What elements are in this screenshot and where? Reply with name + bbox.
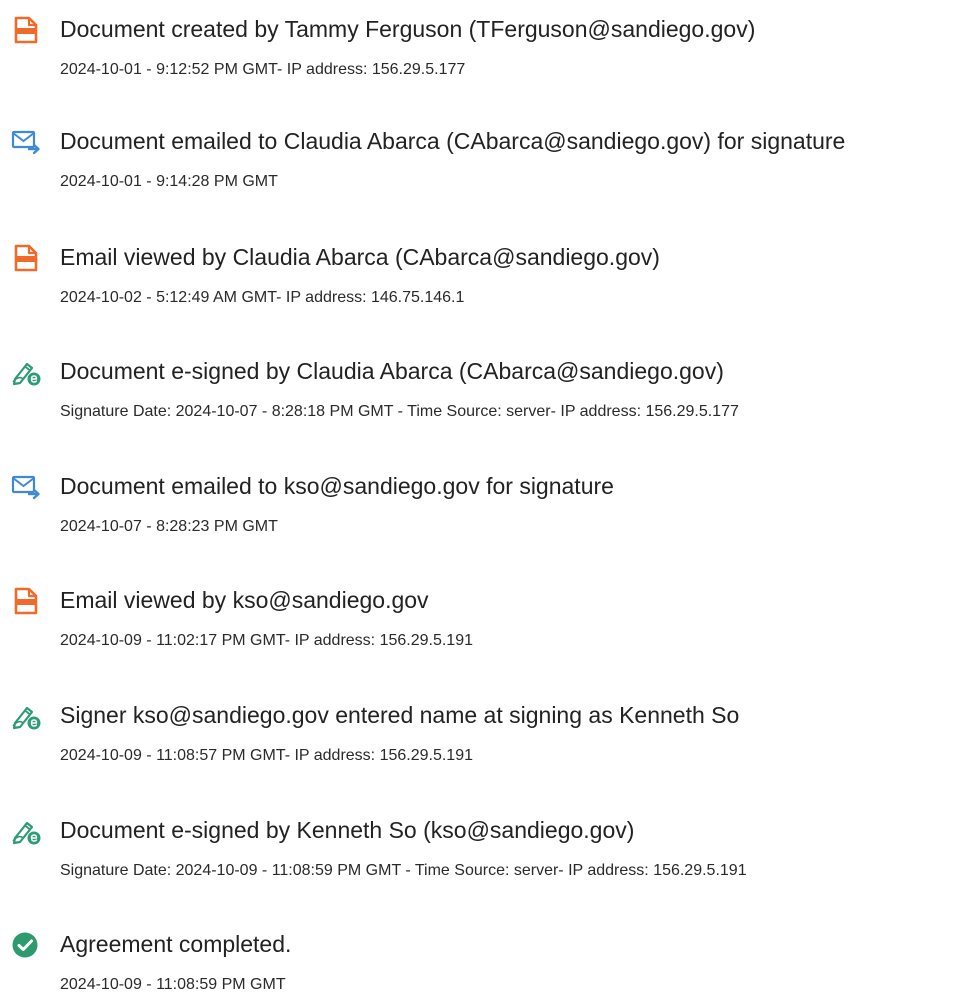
history-event: Email viewed by kso@sandiego.gov 2024-10… [0,584,977,664]
email-sent-icon [11,472,41,502]
event-detail: 2024-10-01 - 9:12:52 PM GMT- IP address:… [60,61,466,78]
event-title: Email viewed by kso@sandiego.gov [60,587,429,613]
event-detail: 2024-10-07 - 8:28:23 PM GMT [60,518,278,535]
document-created-icon [11,15,41,45]
history-event: Document e-signed by Kenneth So (kso@san… [0,814,977,894]
history-event: Signer kso@sandiego.gov entered name at … [0,699,977,779]
audit-history-list: Document created by Tammy Ferguson (TFer… [0,0,977,994]
document-viewed-icon [11,586,41,616]
event-detail: 2024-10-09 - 11:08:59 PM GMT [60,976,286,993]
history-event: Agreement completed. 2024-10-09 - 11:08:… [0,928,977,1008]
history-event: Document e-signed by Claudia Abarca (CAb… [0,355,977,435]
history-event: Document emailed to kso@sandiego.gov for… [0,470,977,550]
event-title: Document emailed to Claudia Abarca (CAba… [60,128,846,154]
event-title: Document created by Tammy Ferguson (TFer… [60,16,756,42]
check-circle-icon [11,930,41,960]
esign-pen-icon [11,701,41,731]
esign-pen-icon [11,357,41,387]
event-detail: Signature Date: 2024-10-07 - 8:28:18 PM … [60,403,739,420]
event-detail: 2024-10-01 - 9:14:28 PM GMT [60,173,278,190]
event-title: Email viewed by Claudia Abarca (CAbarca@… [60,244,660,270]
esign-pen-icon [11,816,41,846]
history-event: Email viewed by Claudia Abarca (CAbarca@… [0,241,977,321]
event-detail: 2024-10-09 - 11:08:57 PM GMT- IP address… [60,747,473,764]
event-title: Document emailed to kso@sandiego.gov for… [60,473,614,499]
event-title: Agreement completed. [60,931,292,957]
event-title: Document e-signed by Kenneth So (kso@san… [60,817,635,843]
event-detail: Signature Date: 2024-10-09 - 11:08:59 PM… [60,862,747,879]
event-detail: 2024-10-09 - 11:02:17 PM GMT- IP address… [60,632,473,649]
event-title: Signer kso@sandiego.gov entered name at … [60,702,740,728]
event-title: Document e-signed by Claudia Abarca (CAb… [60,358,724,384]
email-sent-icon [11,127,41,157]
history-event: Document created by Tammy Ferguson (TFer… [0,13,977,93]
event-detail: 2024-10-02 - 5:12:49 AM GMT- IP address:… [60,289,465,306]
history-event: Document emailed to Claudia Abarca (CAba… [0,125,977,205]
document-viewed-icon [11,243,41,273]
